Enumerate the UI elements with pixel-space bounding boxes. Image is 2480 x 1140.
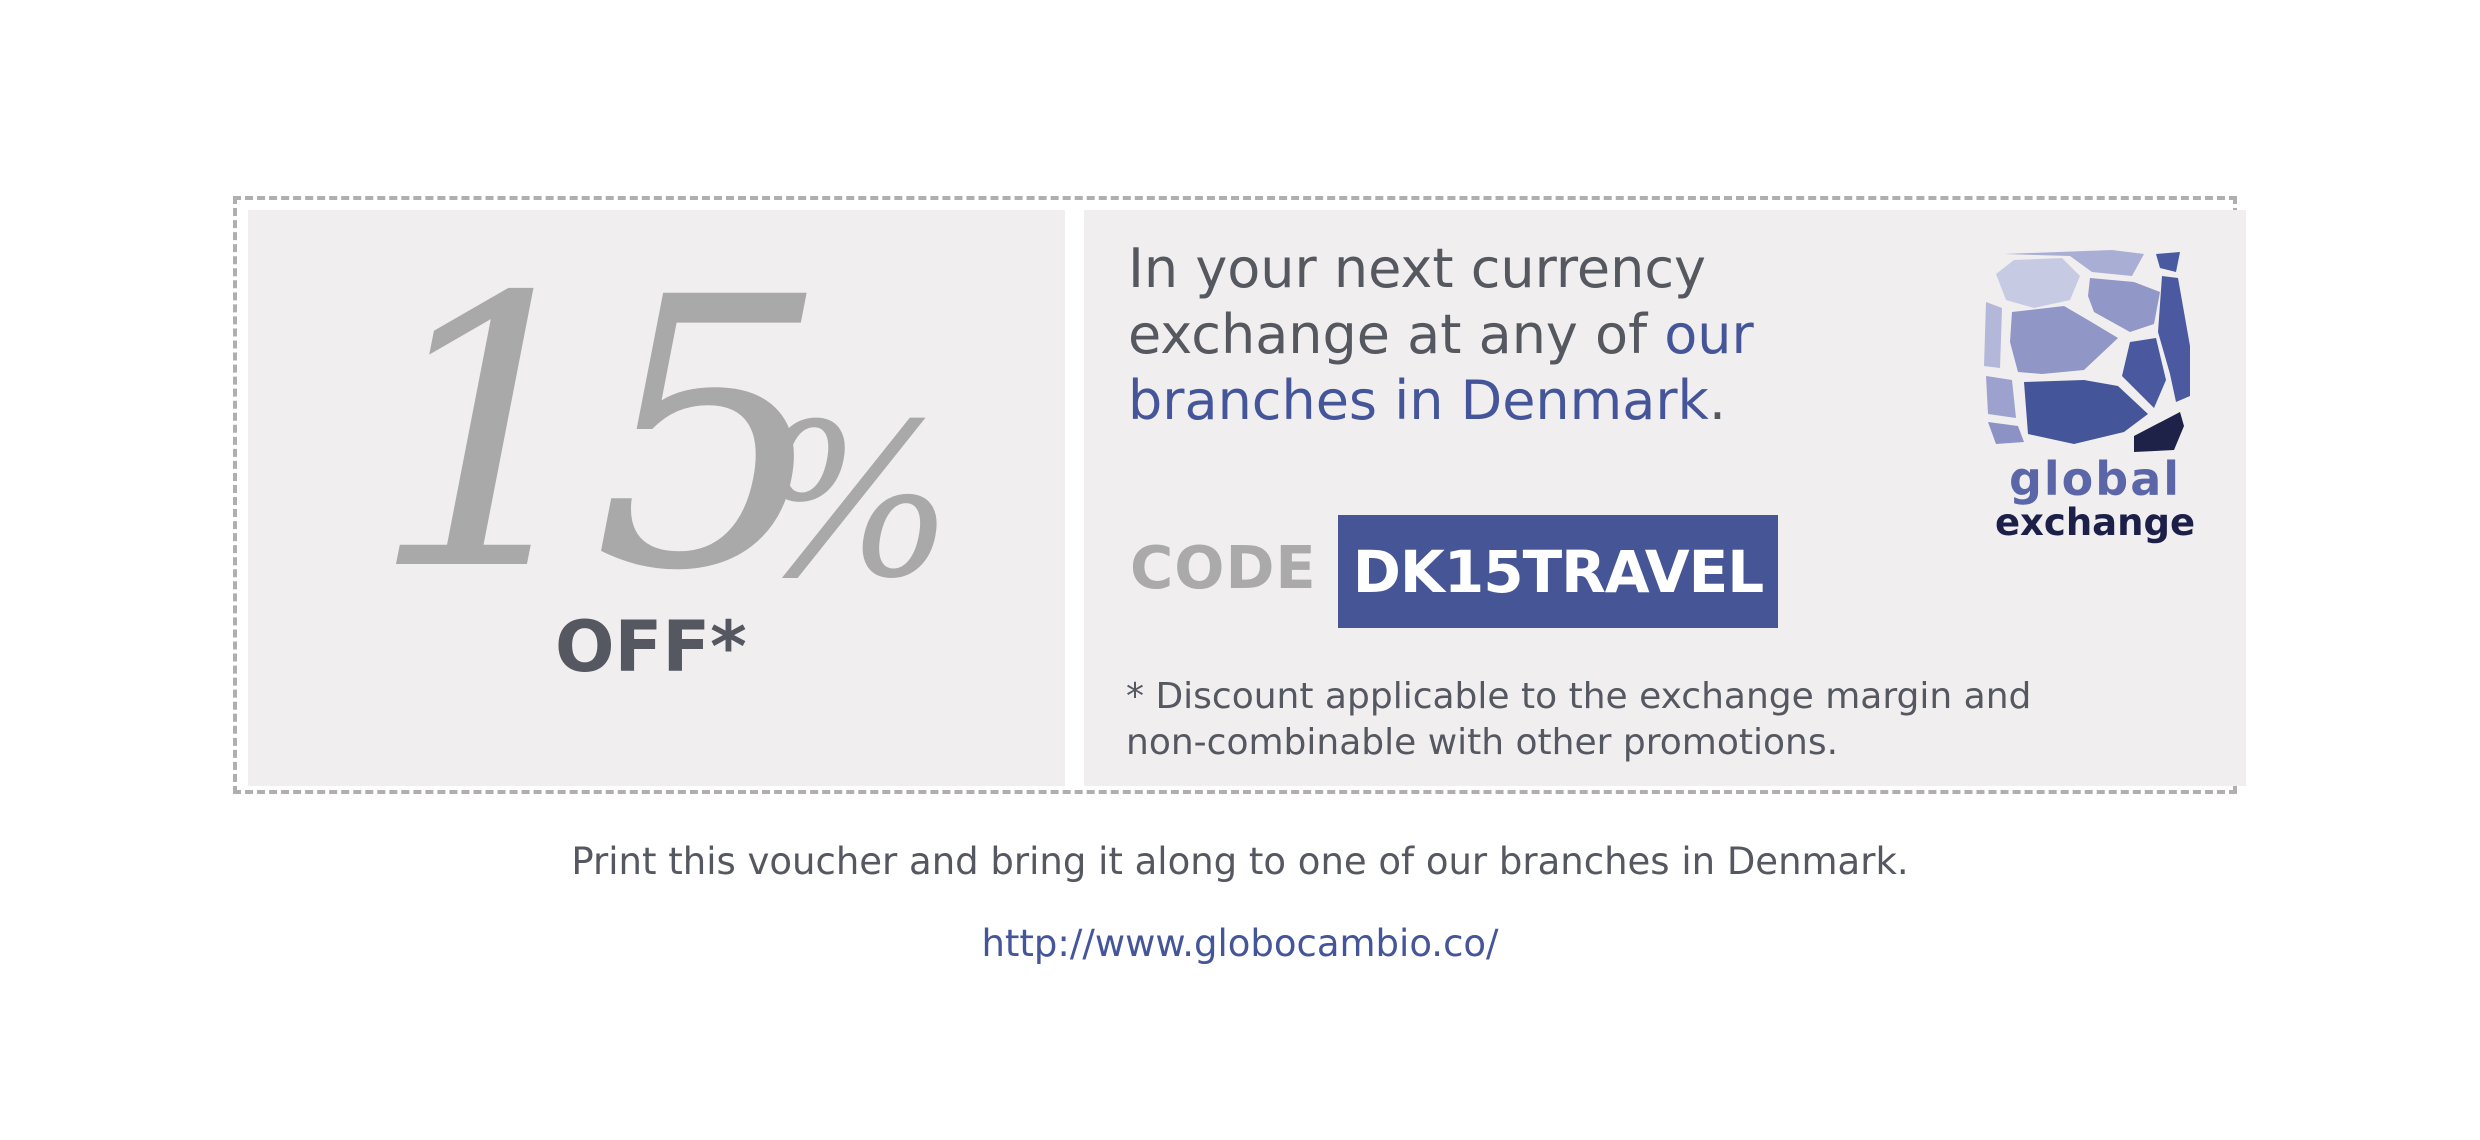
code-value[interactable]: DK15TRAVEL xyxy=(1353,538,1764,606)
headline-text: In your next currency exchange at any of xyxy=(1128,237,1706,366)
logo-word-exchange: exchange xyxy=(1994,501,2196,544)
globe-icon xyxy=(1984,250,2190,452)
discount-number: 15 xyxy=(370,219,829,652)
global-exchange-logo: global exchange xyxy=(1984,246,2206,546)
print-instructions: Print this voucher and bring it along to… xyxy=(571,840,1909,883)
voucher-headline: In your next currency exchange at any of… xyxy=(1128,236,1848,434)
off-label: OFF* xyxy=(555,606,747,688)
headline-end: . xyxy=(1708,369,1726,432)
code-label: CODE xyxy=(1130,533,1317,602)
disclaimer-text: * Discount applicable to the exchange ma… xyxy=(1126,676,2032,763)
website-link-container: http://www.globocambio.co/ xyxy=(0,922,2480,965)
website-link[interactable]: http://www.globocambio.co/ xyxy=(981,922,1498,965)
code-box[interactable]: DK15TRAVEL xyxy=(1338,515,1778,628)
logo-word-global: global xyxy=(2008,452,2182,506)
discount-percent-sign: % xyxy=(753,378,955,625)
